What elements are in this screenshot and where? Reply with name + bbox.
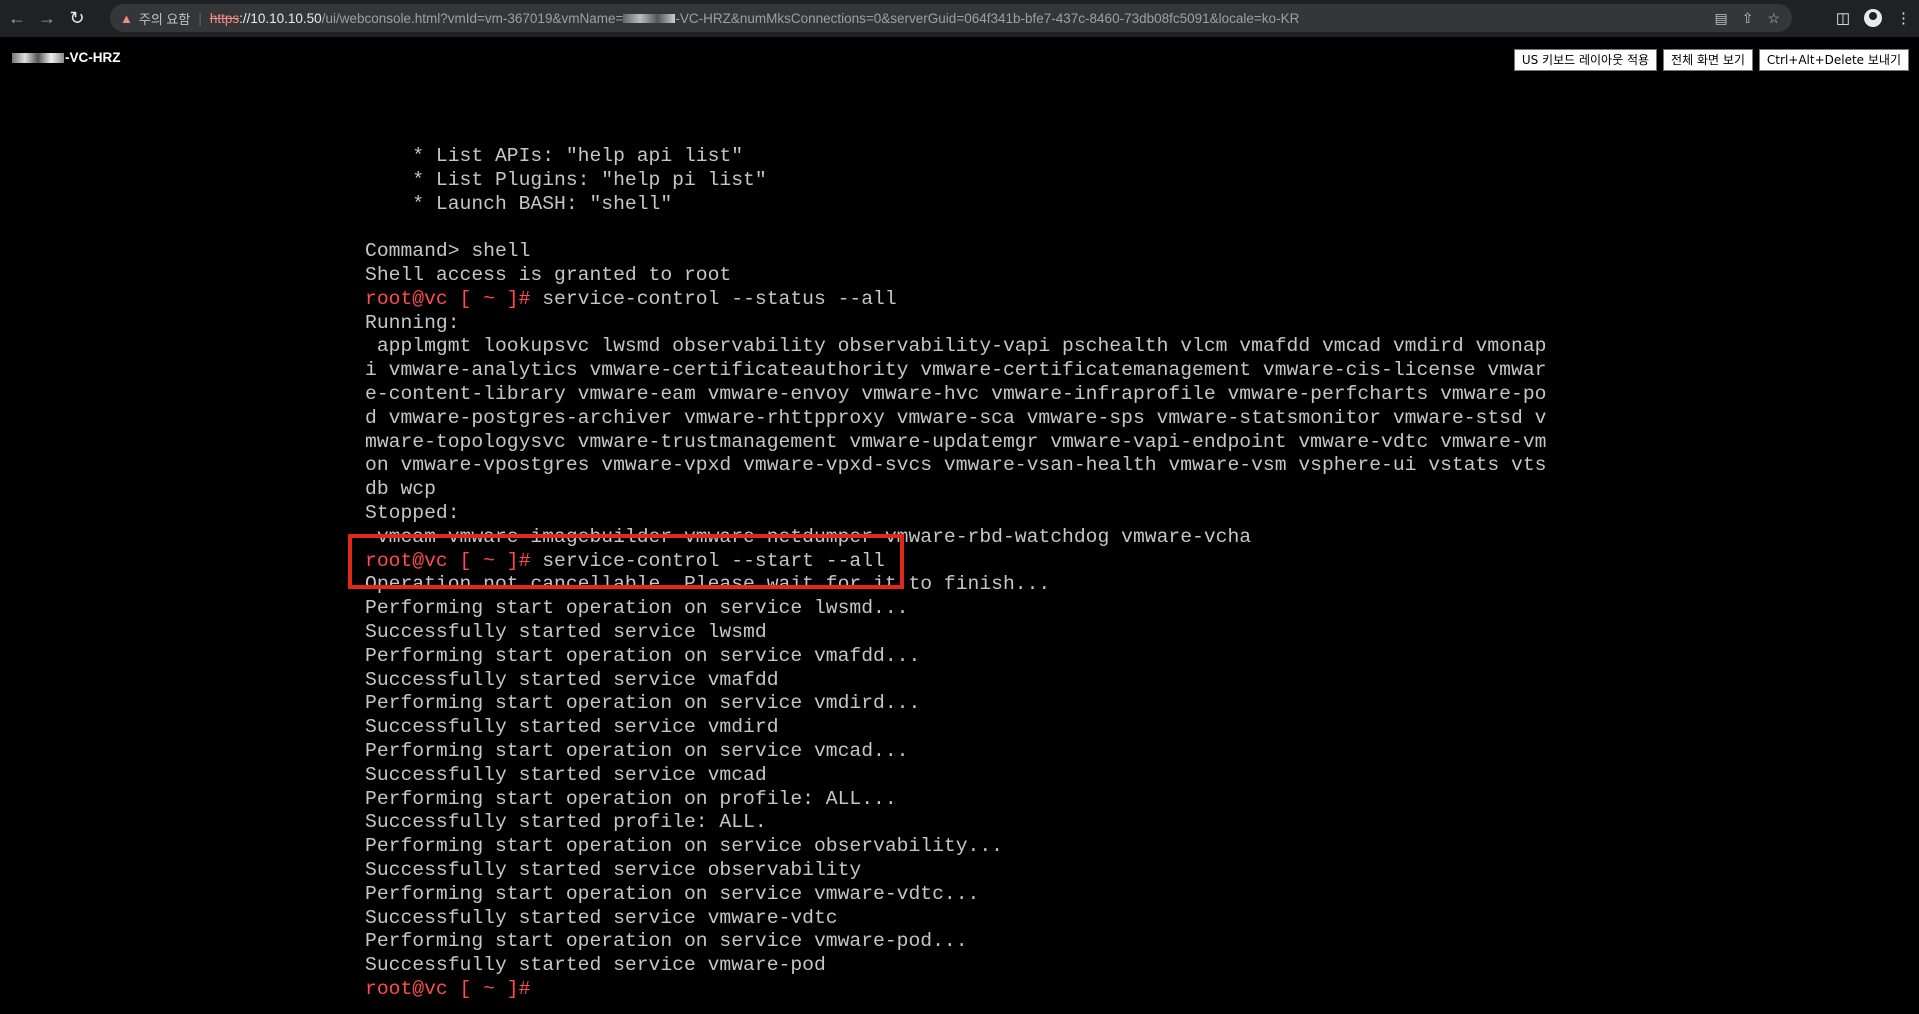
terminal-line: Successfully started service vmafdd: [365, 669, 1546, 693]
terminal-line: Performing start operation on service vm…: [365, 740, 1546, 764]
terminal-line-text: Successfully started service vmdird: [365, 716, 779, 739]
terminal-line: i vmware-analytics vmware-certificateaut…: [365, 359, 1546, 383]
terminal-line: mware-topologysvc vmware-trustmanagement…: [365, 431, 1546, 455]
separator: |: [198, 10, 202, 26]
shell-prompt: root@vc [ ~ ]#: [365, 977, 531, 1000]
terminal-line: Command> shell: [365, 240, 1546, 264]
terminal-line: Performing start operation on profile: A…: [365, 788, 1546, 812]
terminal-line-text: applmgmt lookupsvc lwsmd observability o…: [365, 335, 1547, 358]
terminal-line-text: Performing start operation on service vm…: [365, 739, 909, 762]
redacted-text: [12, 53, 64, 64]
back-button[interactable]: ←: [4, 6, 30, 32]
terminal-line: Performing start operation on service vm…: [365, 930, 1546, 954]
terminal-line-text: Successfully started service vmafdd: [365, 668, 779, 691]
terminal-line-text: * List Plugins: "help pi list": [365, 168, 767, 191]
shell-prompt: root@vc [ ~ ]#: [365, 287, 531, 310]
browser-toolbar: ← → ↻ ▲ 주의 요함 | https://10.10.10.50/ui/w…: [0, 0, 1919, 37]
share-icon[interactable]: ⇧: [1742, 10, 1754, 27]
terminal-line-text: Performing start operation on service vm…: [365, 882, 980, 905]
terminal-line-text: Running:: [365, 311, 460, 334]
terminal-line-text: mware-topologysvc vmware-trustmanagement…: [365, 430, 1547, 453]
terminal-line: Running:: [365, 312, 1546, 336]
terminal-line: Performing start operation on service ob…: [365, 835, 1546, 859]
terminal-line-text: db wcp: [365, 478, 436, 501]
warning-icon: ▲: [120, 10, 133, 26]
terminal-line-text: Successfully started service observabili…: [365, 858, 862, 881]
terminal-line: e-content-library vmware-eam vmware-envo…: [365, 383, 1546, 407]
terminal-line: Successfully started service vmware-vdtc: [365, 907, 1546, 931]
terminal-line-text: Performing start operation on profile: A…: [365, 787, 897, 810]
profile-avatar-icon[interactable]: [1864, 9, 1882, 27]
address-bar-icons: ▤ ⇧ ☆: [1714, 4, 1780, 32]
terminal-line-text: Successfully started service vmware-pod: [365, 954, 826, 977]
terminal-line: Successfully started service observabili…: [365, 859, 1546, 883]
terminal-line: Successfully started service lwsmd: [365, 621, 1546, 645]
terminal-line-text: Performing start operation on service vm…: [365, 930, 968, 953]
terminal-line-text: d vmware-postgres-archiver vmware-rhttpp…: [365, 406, 1547, 429]
terminal-line-text: Performing start operation on service vm…: [365, 692, 921, 715]
reload-icon: ↻: [69, 8, 85, 28]
terminal-line-text: Command> shell: [365, 240, 531, 263]
arrow-right-icon: →: [38, 8, 56, 28]
terminal-line-text: * Launch BASH: "shell": [365, 192, 673, 215]
terminal-line-text: service-control --status --all: [530, 287, 897, 310]
side-panel-icon[interactable]: ◫: [1836, 9, 1850, 27]
terminal-line: Successfully started service vmware-pod: [365, 954, 1546, 978]
console-toolbar: US 키보드 레이아웃 적용 전체 화면 보기 Ctrl+Alt+Delete …: [1513, 49, 1909, 71]
url-scheme: https: [209, 10, 240, 26]
terminal-line: Stopped:: [365, 502, 1546, 526]
terminal-line: d vmware-postgres-archiver vmware-rhttpp…: [365, 407, 1546, 431]
url-host: ://10.10.10.50: [239, 10, 322, 26]
terminal-line: Performing start operation on service vm…: [365, 645, 1546, 669]
terminal-line: Performing start operation on service vm…: [365, 883, 1546, 907]
url-redacted: [623, 13, 676, 23]
arrow-left-icon: ←: [8, 8, 26, 28]
security-warning-label[interactable]: 주의 요함: [139, 9, 190, 28]
terminal-line: Successfully started service vmdird: [365, 716, 1546, 740]
terminal-line-text: Successfully started profile: ALL.: [365, 811, 767, 834]
forward-button[interactable]: →: [34, 6, 60, 32]
terminal-line-text: Performing start operation on service vm…: [365, 644, 921, 667]
terminal-line-text: Successfully started service vmware-vdtc: [365, 906, 838, 929]
vm-name-title: -VC-HRZ: [12, 50, 121, 65]
us-keyboard-layout-button[interactable]: US 키보드 레이아웃 적용: [1513, 49, 1658, 71]
highlight-annotation-box: [348, 534, 904, 589]
terminal-line: Performing start operation on service vm…: [365, 692, 1546, 716]
terminal-line: * Launch BASH: "shell": [365, 193, 1546, 217]
terminal-line: Shell access is granted to root: [365, 264, 1546, 288]
terminal-line: root@vc [ ~ ]#: [365, 978, 1546, 1002]
terminal-line: Performing start operation on service lw…: [365, 597, 1546, 621]
reload-button[interactable]: ↻: [64, 6, 90, 32]
bookmark-star-icon[interactable]: ☆: [1767, 10, 1780, 27]
terminal-line: * List APIs: "help api list": [365, 145, 1546, 169]
translate-icon[interactable]: ▤: [1714, 10, 1727, 27]
url-path: /ui/webconsole.html?vmId=vm-367019&vmNam…: [321, 10, 624, 26]
terminal-line-text: Performing start operation on service lw…: [365, 597, 909, 620]
url-path-rest: -VC-HRZ&numMksConnections=0&serverGuid=0…: [675, 10, 1300, 26]
terminal-line-text: Performing start operation on service ob…: [365, 835, 1003, 858]
vm-name-label: -VC-HRZ: [65, 50, 121, 65]
fullscreen-button[interactable]: 전체 화면 보기: [1663, 49, 1753, 71]
terminal-line-text: Stopped:: [365, 501, 460, 524]
terminal-line: Successfully started profile: ALL.: [365, 811, 1546, 835]
terminal-line: applmgmt lookupsvc lwsmd observability o…: [365, 335, 1547, 359]
terminal-line-text: i vmware-analytics vmware-certificateaut…: [365, 359, 1547, 382]
terminal-line: db wcp: [365, 478, 1546, 502]
send-ctrl-alt-delete-button[interactable]: Ctrl+Alt+Delete 보내기: [1758, 49, 1909, 71]
terminal-line-text: Successfully started service vmcad: [365, 763, 767, 786]
browser-right-controls: ◫ ⋮: [1836, 4, 1911, 32]
terminal-line-text: Successfully started service lwsmd: [365, 620, 767, 643]
address-bar[interactable]: ▲ 주의 요함 | https://10.10.10.50/ui/webcons…: [110, 4, 1792, 32]
terminal-line: * List Plugins: "help pi list": [365, 169, 1546, 193]
terminal-line: root@vc [ ~ ]# service-control --status …: [365, 288, 1546, 312]
terminal-line: Successfully started service vmcad: [365, 764, 1546, 788]
terminal-line-text: * List APIs: "help api list": [365, 145, 744, 167]
terminal-line-text: e-content-library vmware-eam vmware-envo…: [365, 382, 1547, 405]
terminal-line-text: on vmware-vpostgres vmware-vpxd vmware-v…: [365, 454, 1547, 477]
terminal-line-text: Shell access is granted to root: [365, 263, 732, 286]
menu-kebab-icon[interactable]: ⋮: [1896, 9, 1911, 27]
terminal-line: on vmware-vpostgres vmware-vpxd vmware-v…: [365, 454, 1546, 478]
